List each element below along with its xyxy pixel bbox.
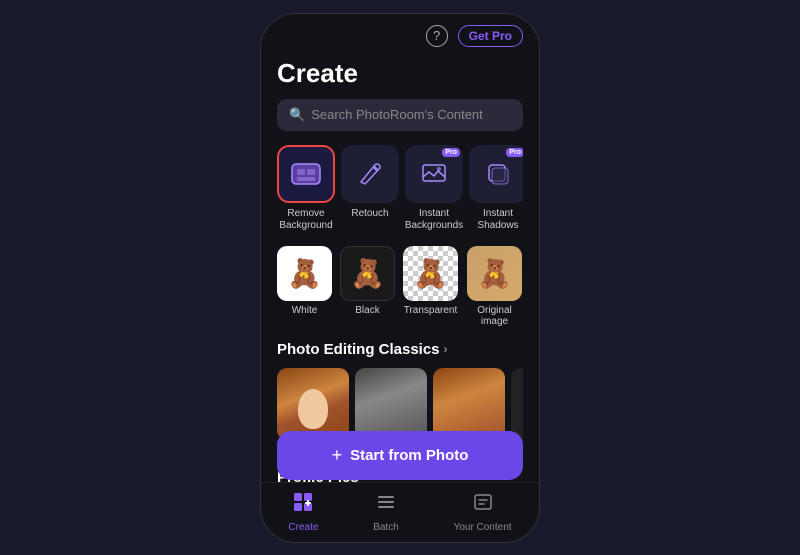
- tool-retouch[interactable]: Retouch: [341, 145, 399, 232]
- bg-label-transparent: Transparent: [404, 305, 458, 316]
- bg-option-transparent[interactable]: 🧸 Transparent: [403, 246, 458, 327]
- bg-label-black: Black: [355, 305, 379, 316]
- tab-batch-label: Batch: [373, 522, 399, 533]
- tab-your-content-label: Your Content: [454, 522, 512, 533]
- photo-preview-motion: [433, 368, 505, 440]
- start-button-area: + Start from Photo: [277, 431, 523, 480]
- background-options: 🧸 White 🧸 Black 🧸 Transparent: [277, 246, 523, 327]
- section-chevron-photo-editing: ›: [444, 342, 448, 356]
- bg-preview-transparent: 🧸: [403, 246, 458, 301]
- pro-badge-shadows: Pro: [506, 148, 523, 157]
- bg-preview-original: 🧸: [467, 246, 522, 301]
- tool-shadows-label: Instant Shadows: [469, 208, 523, 232]
- get-pro-button[interactable]: Get Pro: [458, 25, 523, 47]
- tool-shadows-icon-box: Pro: [469, 145, 523, 203]
- bg-option-original[interactable]: 🧸 Original image: [466, 246, 523, 327]
- tab-bar: Create Batch Your Content: [261, 482, 539, 542]
- bg-label-original: Original image: [466, 305, 523, 327]
- search-placeholder: Search PhotoRoom's Content: [311, 107, 483, 122]
- remove-bg-svg: [288, 156, 324, 192]
- start-from-photo-button[interactable]: + Start from Photo: [277, 431, 523, 480]
- phone-container: ? Get Pro Create 🔍 Search PhotoRoom's Co…: [260, 13, 540, 543]
- photo-preview-more: ⟩: [511, 368, 523, 440]
- tool-retouch-icon-box: [341, 145, 399, 203]
- bg-option-white[interactable]: 🧸 White: [277, 246, 332, 327]
- tab-batch-icon: [375, 491, 397, 519]
- tool-instant-bg[interactable]: Pro InstantBackgrounds: [405, 145, 463, 232]
- tab-create[interactable]: Create: [288, 491, 318, 533]
- help-icon[interactable]: ?: [426, 25, 448, 47]
- bg-option-black[interactable]: 🧸 Black: [340, 246, 395, 327]
- tab-batch[interactable]: Batch: [373, 491, 399, 533]
- content-area: Create 🔍 Search PhotoRoom's Content Remo…: [261, 58, 539, 484]
- tab-your-content-icon: [472, 491, 494, 519]
- bg-preview-black: 🧸: [340, 246, 395, 301]
- status-bar: ? Get Pro: [261, 14, 539, 58]
- tool-instant-bg-label: InstantBackgrounds: [405, 208, 463, 232]
- search-bar[interactable]: 🔍 Search PhotoRoom's Content: [277, 99, 523, 131]
- tool-remove-bg-label: RemoveBackground: [279, 208, 332, 232]
- tool-retouch-label: Retouch: [351, 208, 388, 220]
- section-title-photo-editing[interactable]: Photo Editing Classics ›: [277, 341, 523, 358]
- photo-preview-color-splash: [355, 368, 427, 440]
- tool-instant-bg-icon-box: Pro: [405, 145, 463, 203]
- start-button-plus-icon: +: [332, 445, 343, 466]
- bg-label-white: White: [292, 305, 318, 316]
- tool-remove-bg-icon-box: [277, 145, 335, 203]
- tools-row: RemoveBackground Retouch Pro: [277, 145, 523, 232]
- retouch-svg: [356, 160, 384, 188]
- instant-bg-svg: [420, 160, 448, 188]
- tab-your-content[interactable]: Your Content: [454, 491, 512, 533]
- page-title: Create: [277, 58, 523, 89]
- tool-remove-bg[interactable]: RemoveBackground: [277, 145, 335, 232]
- tool-shadows[interactable]: Pro Instant Shadows: [469, 145, 523, 232]
- tab-create-label: Create: [288, 522, 318, 533]
- tab-create-icon: [292, 491, 314, 519]
- pro-badge-instant-bg: Pro: [442, 148, 460, 157]
- photo-preview-blur: [277, 368, 349, 440]
- start-button-label: Start from Photo: [350, 447, 468, 464]
- shadows-svg: [484, 160, 512, 188]
- section-label-photo-editing: Photo Editing Classics: [277, 341, 440, 358]
- bg-preview-white: 🧸: [277, 246, 332, 301]
- search-icon: 🔍: [289, 107, 305, 123]
